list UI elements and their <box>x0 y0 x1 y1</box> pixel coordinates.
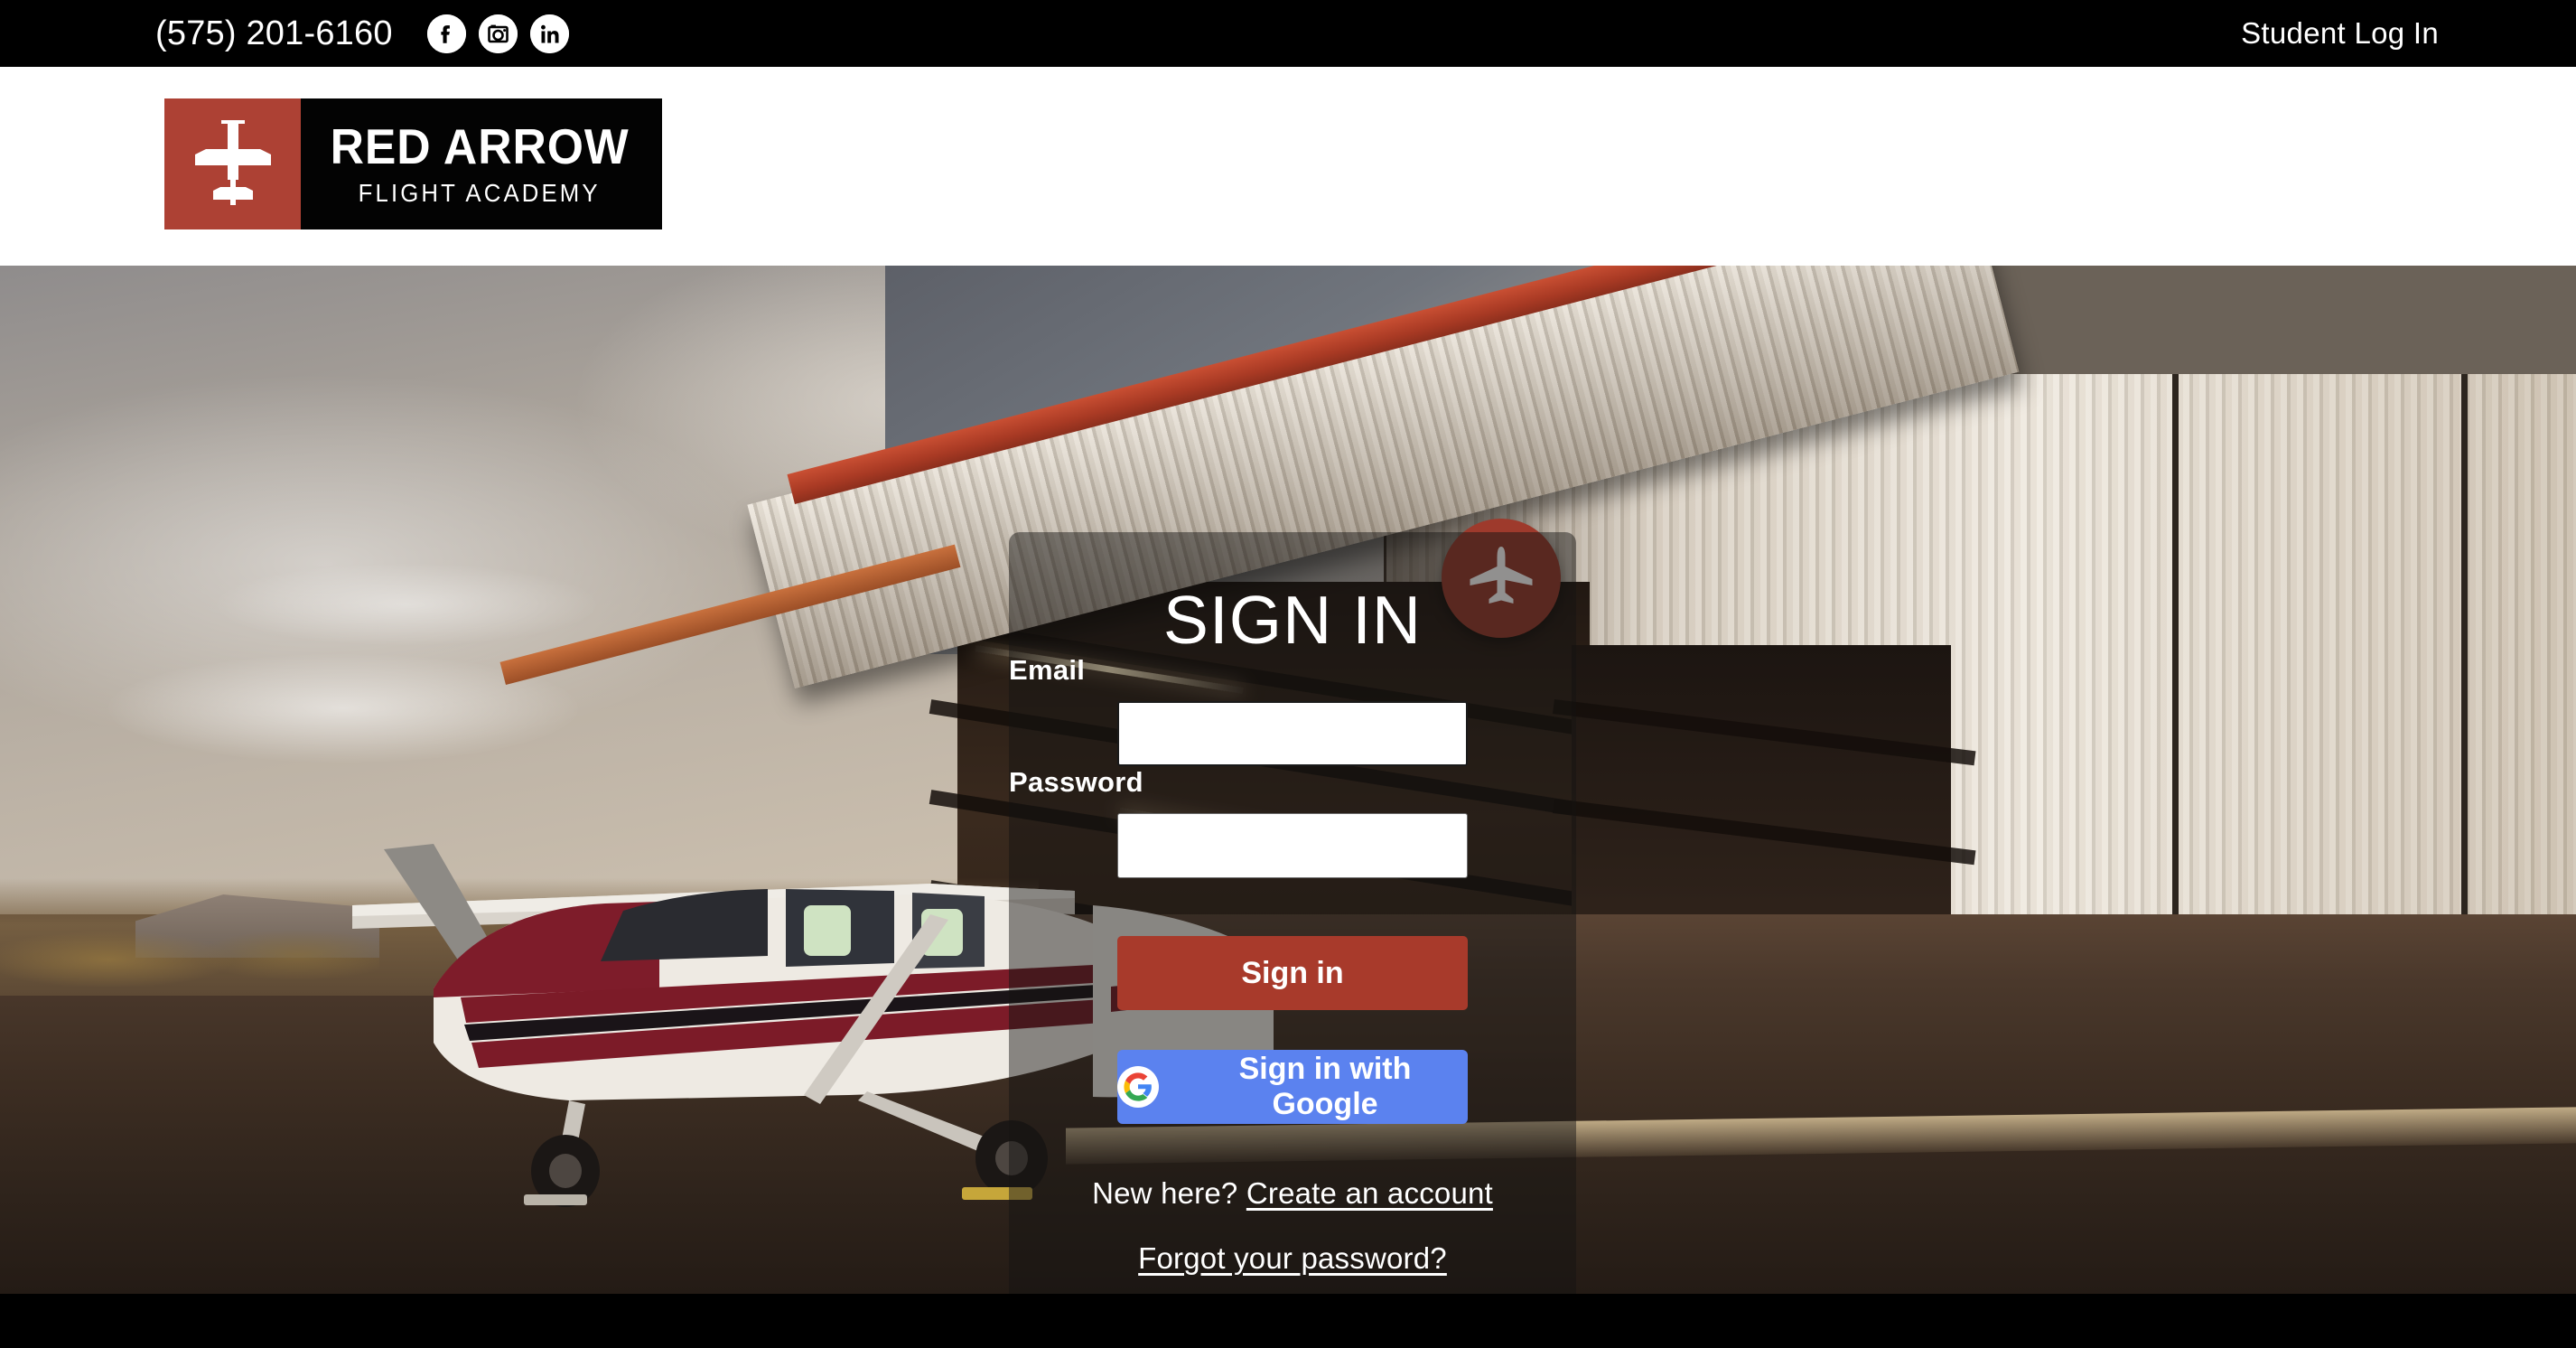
student-login-link[interactable]: Student Log In <box>2241 16 2439 50</box>
phone-number-link[interactable]: (575) 201-6160 <box>155 14 393 53</box>
password-field[interactable] <box>1117 813 1468 878</box>
facebook-glyph <box>426 14 466 53</box>
airplane-glyph <box>194 119 271 205</box>
sign-in-button[interactable]: Sign in <box>1117 936 1468 1010</box>
roof-beam <box>1553 799 1976 866</box>
password-label: Password <box>1009 766 1143 798</box>
email-field[interactable] <box>1117 701 1468 766</box>
site-logo[interactable]: RED ARROW FLIGHT ACADEMY <box>164 98 663 229</box>
hero-background-image: SIGN IN Email Password Sign in Sign in w… <box>0 266 2576 1294</box>
logo-band: RED ARROW FLIGHT ACADEMY <box>0 67 2576 266</box>
logo-secondary-text: FLIGHT ACADEMY <box>359 179 602 207</box>
cloud-streak-secondary <box>217 564 596 645</box>
topbar-right-group: Student Log In <box>2241 16 2439 51</box>
page-footer <box>0 1294 2576 1348</box>
linkedin-icon[interactable] <box>529 14 569 53</box>
google-button-label: Sign in with Google <box>1238 1052 1412 1121</box>
roof-beam <box>1553 699 1976 766</box>
facebook-icon[interactable] <box>426 14 466 53</box>
social-links-group <box>426 14 569 53</box>
create-account-link[interactable]: Create an account <box>1246 1176 1493 1210</box>
new-here-text: New here? <box>1092 1176 1238 1210</box>
airplane-icon <box>164 98 301 229</box>
new-here-row: New here? Create an account <box>1009 1176 1576 1211</box>
instagram-icon[interactable] <box>478 14 518 53</box>
instagram-glyph <box>478 14 518 53</box>
signin-panel: SIGN IN Email Password Sign in Sign in w… <box>1009 532 1576 1294</box>
linkedin-glyph <box>529 14 569 53</box>
forgot-password-link[interactable]: Forgot your password? <box>1009 1241 1576 1276</box>
logo-wordmark: RED ARROW FLIGHT ACADEMY <box>301 98 663 229</box>
google-g-icon <box>1117 1066 1159 1108</box>
logo-primary-text: RED ARROW <box>330 118 630 174</box>
page-title: SIGN IN <box>1162 582 1423 658</box>
top-utility-bar: (575) 201-6160 Student Log In <box>0 0 2576 67</box>
sign-in-with-google-button[interactable]: Sign in with Google <box>1117 1050 1468 1124</box>
google-g-glyph <box>1124 1072 1152 1101</box>
email-label: Email <box>1009 654 1086 686</box>
topbar-left-group: (575) 201-6160 <box>155 14 569 53</box>
